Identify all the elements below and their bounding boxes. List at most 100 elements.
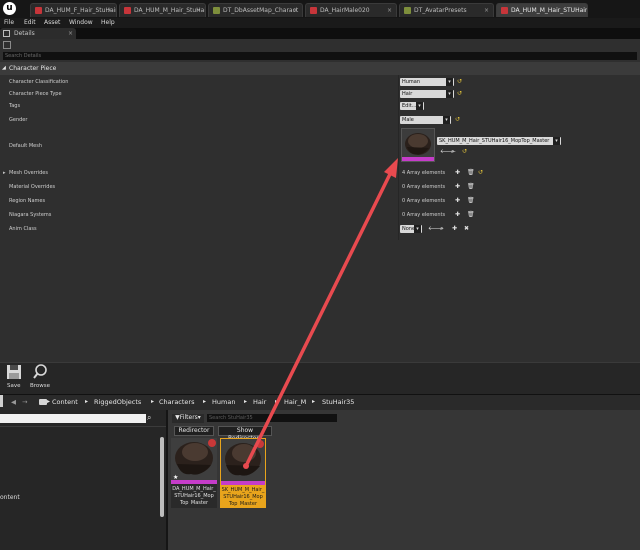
- asset-tile-selected[interactable]: SK_HUM_M_Hair_ STUHair16_Mop Top_Master: [220, 438, 266, 508]
- property-matrix-icon[interactable]: [3, 41, 11, 49]
- breadcrumb-characters[interactable]: Characters: [159, 397, 194, 407]
- reset-to-default-icon[interactable]: ↺: [457, 90, 462, 98]
- prop-label-material-overrides: Material Overrides: [9, 184, 56, 190]
- prop-label-character-piece-type: Character Piece Type: [9, 91, 62, 97]
- reset-to-default-icon[interactable]: ↺: [462, 148, 467, 156]
- folder-tree-item-content[interactable]: ontent: [0, 494, 20, 501]
- breadcrumb-separator[interactable]: ▸: [312, 397, 315, 407]
- chevron-down-icon: ◢: [2, 65, 6, 71]
- add-element-icon[interactable]: ✚: [455, 197, 460, 205]
- character-piece-type-combo[interactable]: Hair ▾: [400, 90, 454, 98]
- tab-dt-dbassetmap[interactable]: DT_DbAssetMap_Charact ×: [208, 3, 303, 17]
- breadcrumb-hair-m[interactable]: Hair_M: [284, 397, 306, 407]
- default-mesh-combo[interactable]: SK_HUM_M_Hair_STUHair16_MopTop_Master ▾: [437, 137, 561, 145]
- browse-button[interactable]: Browse: [28, 364, 54, 392]
- data-table-icon: [404, 7, 411, 14]
- breadcrumb-separator[interactable]: ▸: [203, 397, 206, 407]
- browse-search-icon[interactable]: ⌕: [440, 225, 443, 233]
- breadcrumb-separator[interactable]: ▸: [244, 397, 247, 407]
- data-asset-icon: [501, 7, 508, 14]
- tab-dt-avatarpresets[interactable]: DT_AvatarPresets ×: [399, 3, 494, 17]
- scrollbar[interactable]: [160, 437, 164, 517]
- folder-search-input[interactable]: [0, 414, 146, 423]
- prop-label-region-names: Region Names: [9, 198, 46, 204]
- divider: [0, 426, 166, 427]
- add-element-icon[interactable]: ✚: [455, 169, 460, 177]
- menu-help[interactable]: Help: [101, 18, 115, 28]
- sources-toggle[interactable]: [0, 395, 3, 407]
- tab-close-icon[interactable]: ×: [484, 4, 489, 17]
- breadcrumb-separator[interactable]: ▸: [275, 397, 278, 407]
- tab-close-icon[interactable]: ×: [196, 4, 201, 17]
- chevron-down-icon: ▾: [446, 78, 453, 86]
- prop-label-gender: Gender: [9, 117, 28, 123]
- details-tab[interactable]: Details ×: [0, 28, 76, 39]
- save-button[interactable]: Save: [4, 364, 24, 392]
- trash-icon[interactable]: 🗑: [467, 183, 475, 191]
- tab-da-hum-m-hair[interactable]: DA_HUM_M_Hair_StuHairC ×: [119, 3, 206, 17]
- add-element-icon[interactable]: ✚: [455, 211, 460, 219]
- default-mesh-thumbnail[interactable]: [401, 128, 435, 162]
- tab-close-icon[interactable]: ×: [107, 4, 112, 17]
- section-header[interactable]: ◢ Character Piece: [0, 62, 640, 75]
- details-icon: [3, 30, 10, 37]
- breadcrumb-hair[interactable]: Hair: [253, 397, 266, 407]
- chevron-down-icon: ▾: [416, 102, 423, 110]
- breadcrumb-stuhair35[interactable]: StuHair35: [322, 397, 354, 407]
- history-back-icon[interactable]: ◀: [11, 397, 16, 407]
- folder-icon: [39, 399, 47, 405]
- clear-x-icon[interactable]: ✖: [464, 225, 469, 233]
- anim-class-combo[interactable]: None ▾: [400, 225, 422, 233]
- filters-dropdown[interactable]: ▼Filters▾: [172, 414, 204, 423]
- breadcrumb-content[interactable]: Content: [52, 397, 78, 407]
- reset-to-default-icon[interactable]: ↺: [478, 169, 483, 177]
- tab-close-icon[interactable]: ×: [293, 4, 298, 17]
- prop-label-anim-class: Anim Class: [9, 226, 37, 232]
- filter-chip-redirector[interactable]: Redirector: [174, 426, 214, 436]
- browse-search-icon[interactable]: ⌕: [451, 148, 454, 156]
- menu-bar: [0, 18, 640, 28]
- data-asset-icon: [124, 7, 131, 14]
- tab-da-hairmale020[interactable]: DA_HairMale020 ×: [305, 3, 397, 17]
- filter-chip-show-redirectors[interactable]: Show Redirectors: [218, 426, 272, 442]
- close-icon[interactable]: ×: [68, 28, 73, 39]
- menu-asset[interactable]: Asset: [44, 18, 60, 28]
- unreal-logo-icon[interactable]: u: [3, 2, 16, 15]
- gender-combo[interactable]: Male ▾: [400, 116, 451, 124]
- star-icon: ★: [173, 474, 179, 481]
- reset-to-default-icon[interactable]: ↺: [455, 116, 460, 124]
- asset-tile[interactable]: ★ DA_HUM_M_Hair_ STUHair16_Mop Top_Maste…: [171, 438, 217, 508]
- trash-icon[interactable]: 🗑: [467, 197, 475, 205]
- region-names-count: 0 Array elements: [402, 198, 446, 204]
- add-element-icon[interactable]: ✚: [452, 225, 457, 233]
- tab-da-hum-m-hair-stuhair-active[interactable]: DA_HUM_M_Hair_STUHair: [496, 3, 588, 17]
- column-separator[interactable]: [398, 75, 399, 240]
- hair-mesh-icon: [402, 129, 434, 161]
- reset-to-default-icon[interactable]: ↺: [457, 78, 462, 86]
- tab-da-hum-f-hair[interactable]: DA_HUM_F_Hair_StuHair0 ×: [30, 3, 117, 17]
- breadcrumb-separator[interactable]: ▸: [47, 397, 50, 407]
- trash-icon[interactable]: 🗑: [467, 211, 475, 219]
- expand-triangle-icon[interactable]: ▸: [3, 169, 6, 177]
- tags-edit-combo[interactable]: Edit... ▾: [400, 102, 424, 110]
- sources-pane: [0, 410, 166, 550]
- breadcrumb-riggedobjects[interactable]: RiggedObjects: [94, 397, 141, 407]
- add-element-icon[interactable]: ✚: [455, 183, 460, 191]
- breadcrumb-human[interactable]: Human: [212, 397, 235, 407]
- trash-icon[interactable]: 🗑: [467, 169, 475, 177]
- data-table-icon: [213, 7, 220, 14]
- search-details-input[interactable]: Search Details: [3, 52, 637, 60]
- asset-search-input[interactable]: Search StuHair35: [207, 414, 337, 422]
- breadcrumb-separator[interactable]: ▸: [151, 397, 154, 407]
- breadcrumb-separator[interactable]: ▸: [85, 397, 88, 407]
- menu-window[interactable]: Window: [69, 18, 93, 28]
- character-classification-combo[interactable]: Human ▾: [400, 78, 454, 86]
- menu-file[interactable]: File: [4, 18, 14, 28]
- history-forward-icon[interactable]: →: [22, 397, 27, 407]
- prop-label-niagara-systems: Niagara Systems: [9, 212, 52, 218]
- material-overrides-count: 0 Array elements: [402, 184, 446, 190]
- tab-close-icon[interactable]: ×: [387, 4, 392, 17]
- prop-label-tags: Tags: [9, 103, 21, 109]
- menu-edit[interactable]: Edit: [24, 18, 36, 28]
- asset-type-badge-icon: [208, 439, 216, 447]
